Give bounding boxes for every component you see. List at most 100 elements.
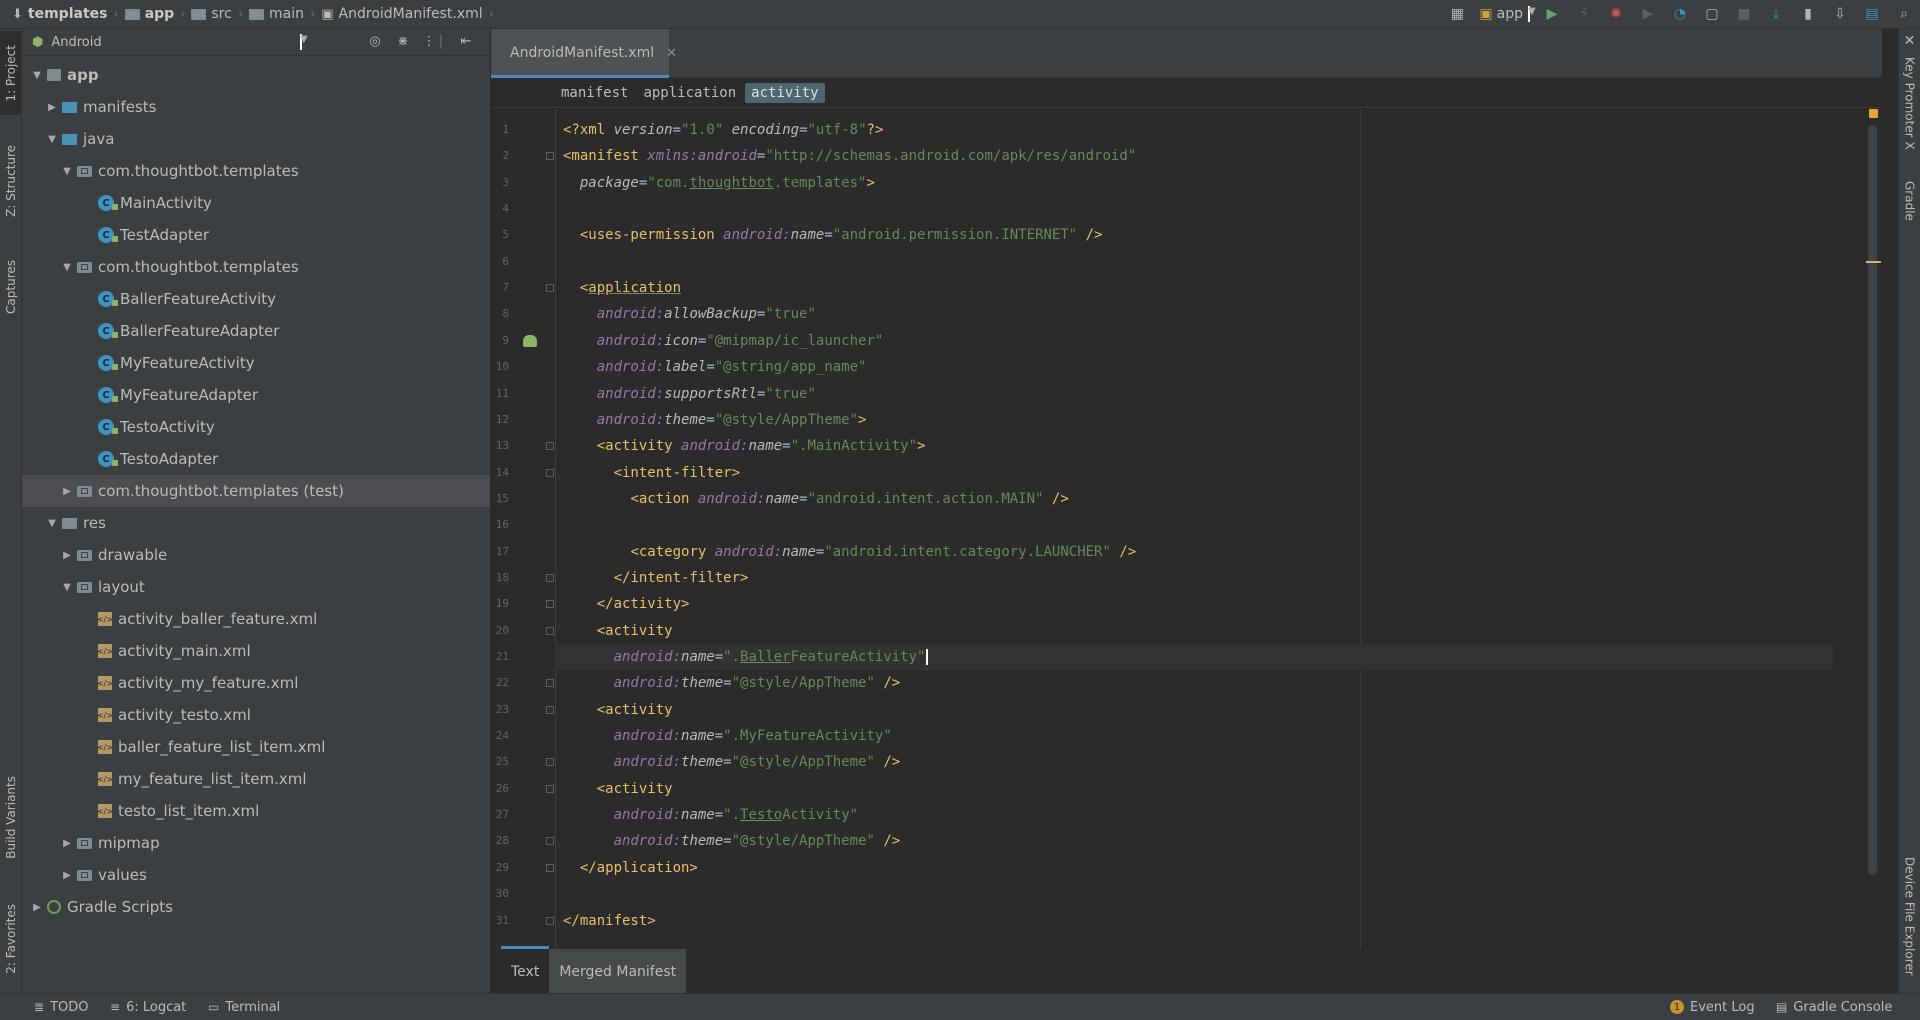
gradle-tool-tab[interactable]: Gradle [1899, 181, 1920, 221]
tree-node[interactable]: ▶ Gradle Scripts [22, 891, 490, 923]
chevron-down-icon[interactable]: ▼ [60, 582, 74, 593]
fold-marker-icon[interactable] [546, 916, 554, 925]
device-file-explorer-tool-tab[interactable]: Device File Explorer [1899, 857, 1920, 976]
fold-marker-icon[interactable] [546, 600, 554, 609]
tree-node[interactable]: ▶ drawable [22, 539, 490, 571]
project-tool-tab[interactable]: 1: Project [0, 31, 21, 115]
fold-marker-icon[interactable] [546, 784, 554, 793]
hide-panel-icon[interactable]: ⇤ [456, 31, 476, 51]
tree-node[interactable]: ▶CMyFeatureActivity [22, 347, 490, 379]
tree-node[interactable]: ▶</>activity_main.xml [22, 635, 490, 667]
fold-marker-icon[interactable] [546, 626, 554, 635]
chevron-right-icon[interactable]: ▶ [60, 550, 74, 561]
run-configuration-select[interactable]: ▣ app ▼ [1479, 6, 1536, 22]
chevron-down-icon[interactable]: ▼ [60, 166, 74, 177]
logcat-tool-button[interactable]: ≡ 6: Logcat [110, 994, 186, 1020]
chevron-down-icon[interactable]: ▼ [30, 70, 44, 81]
stop-icon[interactable]: ■ [1733, 3, 1755, 25]
fold-marker-icon[interactable] [546, 837, 554, 846]
chevron-right-icon[interactable]: ▶ [60, 838, 74, 849]
tab-text[interactable]: Text [501, 946, 550, 995]
tab-merged-manifest[interactable]: Merged Manifest [549, 949, 687, 995]
tree-node[interactable]: ▼ res [22, 507, 490, 539]
xml-breadcrumb-item[interactable]: manifest [555, 83, 634, 103]
breadcrumb-item[interactable]: ▬ main › [243, 6, 315, 22]
todo-tool-button[interactable]: ≣ TODO [34, 994, 88, 1020]
tree-node[interactable]: ▶ mipmap [22, 827, 490, 859]
tree-node[interactable]: ▼ com.thoughtbot.templates [22, 155, 490, 187]
xml-breadcrumb-item[interactable]: application [637, 83, 742, 103]
close-icon[interactable]: ✕ [666, 46, 677, 61]
key-promoter-tool-tab[interactable]: Key Promoter X [1899, 57, 1920, 150]
chevron-right-icon[interactable]: ▶ [30, 902, 44, 913]
profile-icon[interactable]: ◔ [1669, 3, 1691, 25]
fold-marker-icon[interactable] [546, 284, 554, 293]
search-icon[interactable]: ⌕ [1893, 3, 1915, 25]
fold-marker-icon[interactable] [546, 152, 554, 161]
fold-marker-icon[interactable] [546, 442, 554, 451]
code-area[interactable]: <?xml version="1.0" encoding="utf-8"?> <m… [555, 109, 1833, 949]
project-view-select[interactable]: ⬢ Android ▼ [22, 34, 308, 50]
tree-node[interactable]: ▶CTestoAdapter [22, 443, 490, 475]
tree-node[interactable]: ▶CBallerFeatureAdapter [22, 315, 490, 347]
sync-gradle-icon[interactable]: ⤓ [1765, 3, 1787, 25]
avd-manager-icon[interactable]: ▮ [1797, 3, 1819, 25]
locate-icon[interactable]: ◎ [365, 31, 385, 51]
breadcrumb-item[interactable]: ⬇ templates › [0, 6, 119, 22]
tree-node[interactable]: ▶CTestoActivity [22, 411, 490, 443]
fold-marker-icon[interactable] [546, 573, 554, 582]
tree-node[interactable]: ▶CMainActivity [22, 187, 490, 219]
fold-marker-icon[interactable] [546, 705, 554, 714]
debug-icon[interactable]: ✹ [1605, 3, 1627, 25]
xml-breadcrumb-item[interactable]: activity [745, 82, 825, 103]
tree-node[interactable]: ▶</>activity_baller_feature.xml [22, 603, 490, 635]
fold-marker-icon[interactable] [546, 863, 554, 872]
tree-node[interactable]: ▶ com.thoughtbot.templates (test) [22, 475, 490, 507]
android-icon[interactable] [523, 334, 537, 347]
close-icon[interactable]: ✕ [1899, 33, 1920, 49]
tree-node[interactable]: ▶ values [22, 859, 490, 891]
editor-tab-android-manifest[interactable]: AndroidManifest.xml ✕ [491, 29, 677, 78]
tree-node[interactable]: ▼ layout [22, 571, 490, 603]
fold-marker-icon[interactable] [546, 468, 554, 477]
tree-node[interactable]: ▼ app [22, 59, 490, 91]
tree-node[interactable]: ▼ com.thoughtbot.templates [22, 251, 490, 283]
collapse-all-icon[interactable]: ⋇ [393, 31, 413, 51]
scrollbar-thumb[interactable] [1868, 125, 1877, 875]
favorites-tool-tab[interactable]: 2: Favorites [0, 891, 21, 987]
tree-node[interactable]: ▶</>baller_feature_list_item.xml [22, 731, 490, 763]
tree-node[interactable]: ▼ java [22, 123, 490, 155]
structure-tool-tab[interactable]: Z: Structure [0, 131, 21, 231]
terminal-tool-button[interactable]: ▭ Terminal [208, 994, 280, 1020]
captures-tool-tab[interactable]: Captures [0, 251, 21, 323]
breadcrumb-item[interactable]: ▬ src › [185, 6, 243, 22]
tree-node[interactable]: ▶</>activity_my_feature.xml [22, 667, 490, 699]
chevron-right-icon[interactable]: ▶ [45, 102, 59, 113]
layout-inspector-icon[interactable]: ▤ [1861, 3, 1883, 25]
breadcrumb-item[interactable]: ▣ AndroidManifest.xml › [315, 6, 494, 22]
run-with-coverage-icon[interactable]: ▶ [1637, 3, 1659, 25]
sdk-manager-icon[interactable]: ⇩ [1829, 3, 1851, 25]
warning-marker-icon[interactable] [1869, 109, 1878, 118]
run-icon[interactable]: ▶ [1541, 3, 1563, 25]
fold-marker-icon[interactable] [546, 679, 554, 688]
tree-node[interactable]: ▶</>activity_testo.xml [22, 699, 490, 731]
tree-node[interactable]: ▶</>testo_list_item.xml [22, 795, 490, 827]
chevron-right-icon[interactable]: ▶ [60, 870, 74, 881]
attach-debugger-icon[interactable]: ▢ [1701, 3, 1723, 25]
tree-node[interactable]: ▶</>my_feature_list_item.xml [22, 763, 490, 795]
project-structure-icon[interactable]: ▦ [1446, 3, 1468, 25]
apply-changes-icon[interactable]: ⚡ [1573, 3, 1595, 25]
tree-node[interactable]: ▶CBallerFeatureActivity [22, 283, 490, 315]
build-variants-tool-tab[interactable]: Build Variants [0, 767, 21, 867]
chevron-down-icon[interactable]: ▼ [60, 262, 74, 273]
tree-node[interactable]: ▶CTestAdapter [22, 219, 490, 251]
event-log-tool-button[interactable]: 1 Event Log [1670, 994, 1755, 1020]
breadcrumb-item[interactable]: ▬ app › [119, 6, 185, 22]
tree-node[interactable]: ▶CMyFeatureAdapter [22, 379, 490, 411]
chevron-down-icon[interactable]: ▼ [45, 518, 59, 529]
fold-marker-icon[interactable] [546, 758, 554, 767]
gradle-console-tool-button[interactable]: ▤ Gradle Console [1776, 994, 1892, 1020]
chevron-right-icon[interactable]: ▶ [60, 486, 74, 497]
tree-node[interactable]: ▶ manifests [22, 91, 490, 123]
